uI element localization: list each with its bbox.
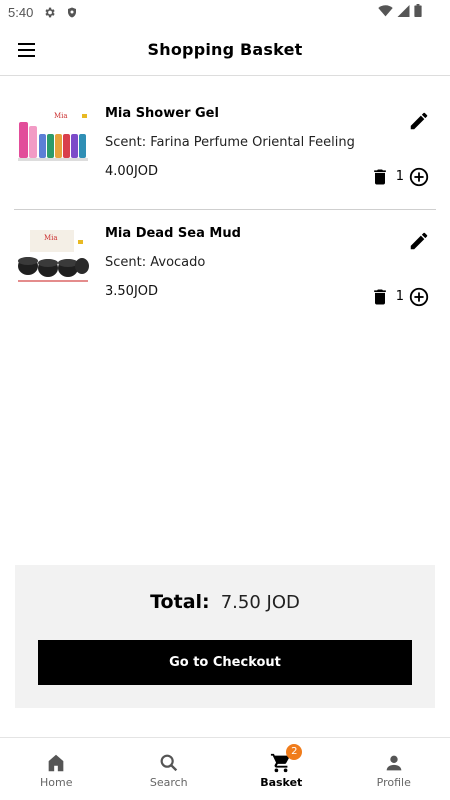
- quantity-value: 1: [395, 169, 404, 184]
- nav-label: Home: [40, 776, 73, 789]
- edit-icon[interactable]: [408, 230, 430, 252]
- home-icon: [45, 752, 67, 774]
- product-image: Mia: [16, 108, 90, 170]
- person-icon: [383, 752, 405, 774]
- delete-icon[interactable]: [370, 286, 390, 308]
- shield-status-icon: [66, 6, 78, 19]
- nav-item-search[interactable]: Search: [113, 738, 226, 800]
- edit-icon[interactable]: [408, 110, 430, 132]
- product-scent: Scent: Farina Perfume Oriental Feeling: [105, 135, 355, 150]
- product-name: Mia Dead Sea Mud: [105, 226, 241, 241]
- order-summary-panel: Total: 7.50 JOD Go to Checkout: [15, 565, 435, 708]
- nav-item-home[interactable]: Home: [0, 738, 113, 800]
- product-price: 3.50JOD: [105, 284, 159, 299]
- total-label: Total:: [150, 591, 210, 613]
- product-scent: Scent: Avocado: [105, 255, 206, 270]
- product-image: Mia: [16, 228, 90, 290]
- quantity-value: 1: [395, 289, 404, 304]
- settings-status-icon: [43, 6, 56, 19]
- cart-count-badge: 2: [286, 744, 303, 760]
- total-value: 7.50 JOD: [220, 592, 300, 613]
- basket-list: Mia Mia Shower Gel Scent: Farina Perfume…: [14, 90, 436, 330]
- add-circle-icon[interactable]: [408, 166, 430, 188]
- product-name: Mia Shower Gel: [105, 106, 219, 121]
- status-time: 5:40: [8, 4, 34, 20]
- basket-item[interactable]: Mia Mia Shower Gel Scent: Farina Perfume…: [14, 90, 436, 210]
- page-title: Shopping Basket: [147, 40, 303, 59]
- total-row: Total: 7.50 JOD: [15, 591, 435, 613]
- app-bar: Shopping Basket: [0, 24, 450, 76]
- menu-icon[interactable]: [16, 40, 38, 60]
- wifi-icon: [378, 4, 393, 21]
- product-price: 4.00JOD: [105, 164, 159, 179]
- bottom-nav: Home Search 2 Basket Profile: [0, 737, 450, 800]
- nav-label: Basket: [260, 776, 303, 789]
- svg-text:Mia: Mia: [44, 234, 58, 242]
- basket-item[interactable]: Mia Mia Dead Sea Mud Scent: Avocado 3.50…: [14, 210, 436, 330]
- nav-label: Profile: [376, 776, 411, 789]
- nav-item-basket[interactable]: 2 Basket: [225, 738, 338, 800]
- nav-item-profile[interactable]: Profile: [338, 738, 450, 800]
- nav-label: Search: [149, 776, 188, 789]
- delete-icon[interactable]: [370, 166, 390, 188]
- svg-text:Mia: Mia: [54, 112, 68, 120]
- signal-icon: [397, 4, 410, 21]
- add-circle-icon[interactable]: [408, 286, 430, 308]
- search-icon: [158, 752, 180, 774]
- battery-icon: [414, 4, 422, 21]
- cart-icon: 2: [270, 744, 303, 774]
- checkout-button[interactable]: Go to Checkout: [38, 640, 412, 685]
- status-bar: 5:40: [0, 0, 450, 24]
